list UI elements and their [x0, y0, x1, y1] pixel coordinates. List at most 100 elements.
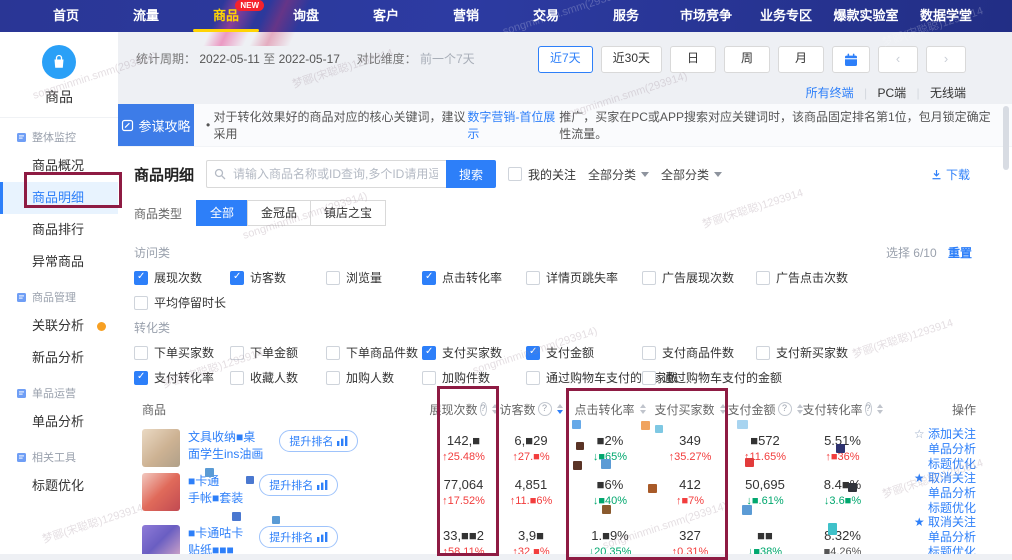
strategy-link[interactable]: 数字营销-首位展示: [467, 108, 559, 142]
col-actions: 操作: [880, 401, 996, 418]
next-period-button[interactable]: ›: [926, 46, 966, 73]
boost-rank-button[interactable]: 提升排名: [259, 474, 338, 496]
checkbox-cart-items[interactable]: 加购件数: [422, 369, 526, 386]
checkbox-avg-stay-time[interactable]: 平均停留时长: [134, 294, 230, 311]
sidebar-item-abnormal-product[interactable]: 异常商品: [0, 246, 118, 278]
sidebar-section-product-manage: 商品管理: [0, 278, 118, 310]
type-all-button[interactable]: 全部: [196, 200, 248, 226]
single-analysis-link[interactable]: 单品分析: [880, 530, 976, 545]
my-follow-checkbox[interactable]: 我的关注: [508, 166, 576, 183]
help-icon[interactable]: [480, 402, 487, 416]
type-shop-treasure-button[interactable]: 镇店之宝: [310, 200, 386, 226]
prev-period-button[interactable]: ‹: [878, 46, 918, 73]
checkbox-icon: [230, 346, 244, 360]
impressions-cell: 33,■■2↑58.11%: [430, 527, 497, 554]
range-week-button[interactable]: 周: [724, 46, 770, 73]
checkbox-pageviews[interactable]: 浏览量: [326, 269, 422, 286]
checkbox-label: 访客数: [250, 269, 286, 286]
product-cell: 文具收纳■桌 面学生ins油画 提升排名: [134, 429, 430, 467]
range-month-button[interactable]: 月: [778, 46, 824, 73]
checkbox-ad-clicks[interactable]: 广告点击次数: [756, 269, 996, 286]
nav-product[interactable]: 商品 NEW: [186, 0, 266, 32]
search-input[interactable]: [206, 160, 446, 188]
vertical-scrollbar[interactable]: [1003, 106, 1009, 170]
boost-rank-button[interactable]: 提升排名: [279, 430, 358, 452]
checkbox-ad-impressions[interactable]: 广告展现次数: [642, 269, 756, 286]
checkbox-label: 下单商品件数: [346, 344, 418, 361]
checkbox-pay-rate[interactable]: 支付转化率: [134, 369, 230, 386]
checkbox-icon: [326, 271, 340, 285]
checkbox-favorites[interactable]: 收藏人数: [230, 369, 326, 386]
help-icon[interactable]: [778, 402, 792, 416]
sort-control[interactable]: [640, 404, 646, 414]
sidebar-item-product-overview[interactable]: 商品概况: [0, 150, 118, 182]
checkbox-order-items[interactable]: 下单商品件数: [326, 344, 422, 361]
nav-home[interactable]: 首页: [26, 0, 106, 32]
checkbox-cart-users[interactable]: 加购人数: [326, 369, 422, 386]
checkbox-cart-pay-buyers[interactable]: 通过购物车支付的买家数: [526, 369, 642, 386]
nav-trade[interactable]: 交易: [506, 0, 586, 32]
checkbox-impressions[interactable]: 展现次数: [134, 269, 230, 286]
sidebar-item-product-detail[interactable]: 商品明细: [0, 182, 118, 214]
range-30d-button[interactable]: 近30天: [601, 46, 662, 73]
nav-marketing[interactable]: 营销: [426, 0, 506, 32]
checkbox-visitors[interactable]: 访客数: [230, 269, 326, 286]
boost-rank-button[interactable]: 提升排名: [259, 526, 338, 548]
checkbox-order-buyers[interactable]: 下单买家数: [134, 344, 230, 361]
nav-hot-lab[interactable]: 爆款实验室: [826, 0, 906, 32]
title-optimize-link[interactable]: 标题优化: [880, 545, 976, 554]
range-day-button[interactable]: 日: [670, 46, 716, 73]
nav-customer[interactable]: 客户: [346, 0, 426, 32]
checkbox-cart-pay-amount[interactable]: 通过购物车支付的金额: [642, 369, 756, 386]
unfollow-link[interactable]: ★ 取消关注: [880, 471, 976, 486]
sidebar-item-relation-analysis[interactable]: 关联分析: [0, 310, 118, 342]
tab-wireless[interactable]: 无线端: [930, 86, 966, 100]
product-name[interactable]: ■卡通咕卡 贴纸■■■: [188, 525, 243, 555]
unfollow-link[interactable]: ★ 取消关注: [880, 515, 976, 530]
checkbox-ctr[interactable]: 点击转化率: [422, 269, 526, 286]
bar-chart-icon: [317, 532, 328, 542]
product-thumbnail[interactable]: [142, 473, 180, 511]
type-gold-crown-button[interactable]: 金冠品: [247, 200, 311, 226]
sidebar-item-single-analysis[interactable]: 单品分析: [0, 406, 118, 438]
sidebar-item-new-product-analysis[interactable]: 新品分析: [0, 342, 118, 374]
checkbox-order-amount[interactable]: 下单金额: [230, 344, 326, 361]
product-thumbnail[interactable]: [142, 525, 180, 555]
calendar-button[interactable]: [832, 46, 870, 73]
section-label: 商品管理: [32, 289, 76, 305]
checkbox-bounce-rate[interactable]: 详情页跳失率: [526, 269, 642, 286]
nav-service[interactable]: 服务: [586, 0, 666, 32]
reset-link[interactable]: 重置: [948, 246, 972, 260]
product-name[interactable]: 文具收纳■桌 面学生ins油画: [188, 429, 263, 463]
category-select-1[interactable]: 全部分类: [588, 166, 649, 183]
sort-control[interactable]: [557, 404, 563, 414]
nav-data-school[interactable]: 数据学堂: [906, 0, 986, 32]
checkbox-label: 加购件数: [442, 369, 490, 386]
nav-traffic[interactable]: 流量: [106, 0, 186, 32]
single-analysis-link[interactable]: 单品分析: [880, 442, 976, 457]
nav-inquiry[interactable]: 询盘: [266, 0, 346, 32]
help-icon[interactable]: [865, 402, 872, 416]
nav-business-zone[interactable]: 业务专区: [746, 0, 826, 32]
download-link[interactable]: 下载: [931, 166, 970, 183]
add-follow-link[interactable]: ☆ 添加关注: [880, 427, 976, 442]
search-button[interactable]: 搜索: [446, 160, 496, 188]
strategy-badge[interactable]: 参谋攻略: [118, 104, 194, 146]
checkbox-pay-buyers[interactable]: 支付买家数: [422, 344, 526, 361]
help-icon[interactable]: [538, 402, 552, 416]
tab-all-terminals[interactable]: 所有终端: [806, 86, 854, 100]
checkbox-pay-new-buyers[interactable]: 支付新买家数: [756, 344, 996, 361]
product-name[interactable]: ■卡通 手帐■套装: [188, 473, 243, 507]
nav-market-competition[interactable]: 市场竞争: [666, 0, 746, 32]
category-select-2[interactable]: 全部分类: [661, 166, 722, 183]
visit-group-label: 访问类: [134, 244, 996, 261]
checkbox-pay-amount[interactable]: 支付金额: [526, 344, 642, 361]
impressions-cell: 77,064↑17.52%: [430, 476, 497, 509]
sidebar-item-title-optimize[interactable]: 标题优化: [0, 470, 118, 502]
tab-pc[interactable]: PC端: [878, 86, 907, 100]
range-7d-button[interactable]: 近7天: [538, 46, 593, 73]
checkbox-pay-items[interactable]: 支付商品件数: [642, 344, 756, 361]
sidebar-item-product-rank[interactable]: 商品排行: [0, 214, 118, 246]
product-thumbnail[interactable]: [142, 429, 180, 467]
single-analysis-link[interactable]: 单品分析: [880, 486, 976, 501]
